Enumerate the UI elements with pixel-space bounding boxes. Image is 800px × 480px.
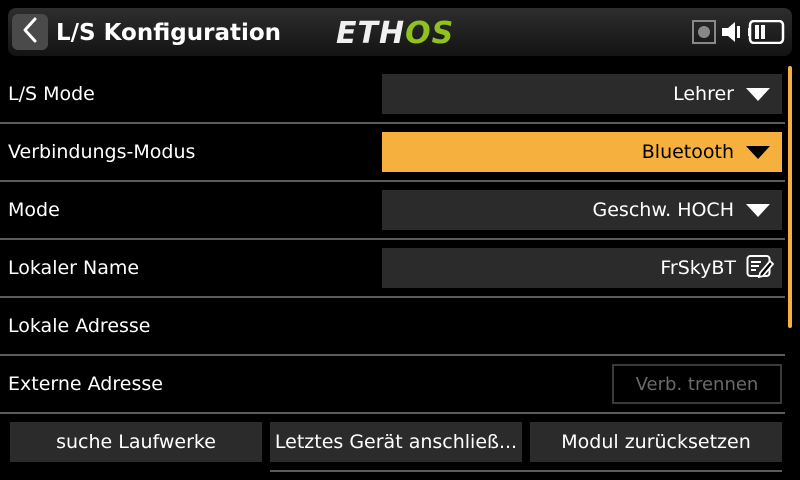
status-icons	[692, 19, 786, 49]
dropdown-arrow-icon	[746, 145, 770, 159]
sd-card-icon	[692, 20, 716, 48]
external-address-label: Externe Adresse	[8, 373, 163, 395]
search-devices-button[interactable]: suche Laufwerke	[10, 422, 262, 462]
dropdown-arrow-icon	[746, 87, 770, 101]
back-button[interactable]	[12, 14, 48, 50]
reset-module-button[interactable]: Modul zurücksetzen	[530, 422, 782, 462]
local-name-value: FrSkyBT	[660, 257, 736, 279]
row-connection-mode: Verbindungs-Modus Bluetooth	[0, 124, 785, 182]
connect-last-device-button[interactable]: Letztes Gerät anschließ...	[270, 422, 522, 462]
row-external-address: Externe Adresse Verb. trennen	[0, 356, 785, 414]
row-ls-mode: L/S Mode Lehrer	[0, 66, 785, 124]
mode-select[interactable]: Geschw. HOCH	[382, 190, 782, 230]
local-name-label: Lokaler Name	[8, 257, 140, 279]
local-address-label: Lokale Adresse	[8, 315, 151, 337]
logo-text-eth: ETH	[336, 16, 406, 51]
connection-mode-label: Verbindungs-Modus	[8, 141, 196, 163]
ls-mode-label: L/S Mode	[8, 83, 95, 105]
divider	[270, 470, 782, 472]
speaker-icon	[720, 19, 744, 49]
row-local-address: Lokale Adresse	[0, 298, 785, 356]
connection-mode-select[interactable]: Bluetooth	[382, 132, 782, 172]
row-mode: Mode Geschw. HOCH	[0, 182, 785, 240]
battery-icon	[748, 19, 786, 48]
ls-mode-select[interactable]: Lehrer	[382, 74, 782, 114]
row-local-name: Lokaler Name FrSkyBT	[0, 240, 785, 298]
mode-value: Geschw. HOCH	[592, 199, 734, 221]
ls-mode-value: Lehrer	[673, 83, 734, 105]
connection-mode-value: Bluetooth	[641, 141, 734, 163]
chevron-left-icon	[20, 16, 40, 48]
local-name-field[interactable]: FrSkyBT	[382, 248, 782, 288]
mode-label: Mode	[8, 199, 60, 221]
disconnect-button[interactable]: Verb. trennen	[612, 364, 782, 404]
page-title: L/S Konfiguration	[56, 20, 282, 46]
header: L/S Konfiguration ETHOS	[0, 0, 800, 64]
logo-text-os: OS	[405, 16, 455, 51]
edit-text-icon	[746, 254, 775, 283]
ethos-logo: ETHOS	[336, 14, 454, 54]
dropdown-arrow-icon	[746, 203, 770, 217]
scrollbar[interactable]	[788, 66, 792, 328]
